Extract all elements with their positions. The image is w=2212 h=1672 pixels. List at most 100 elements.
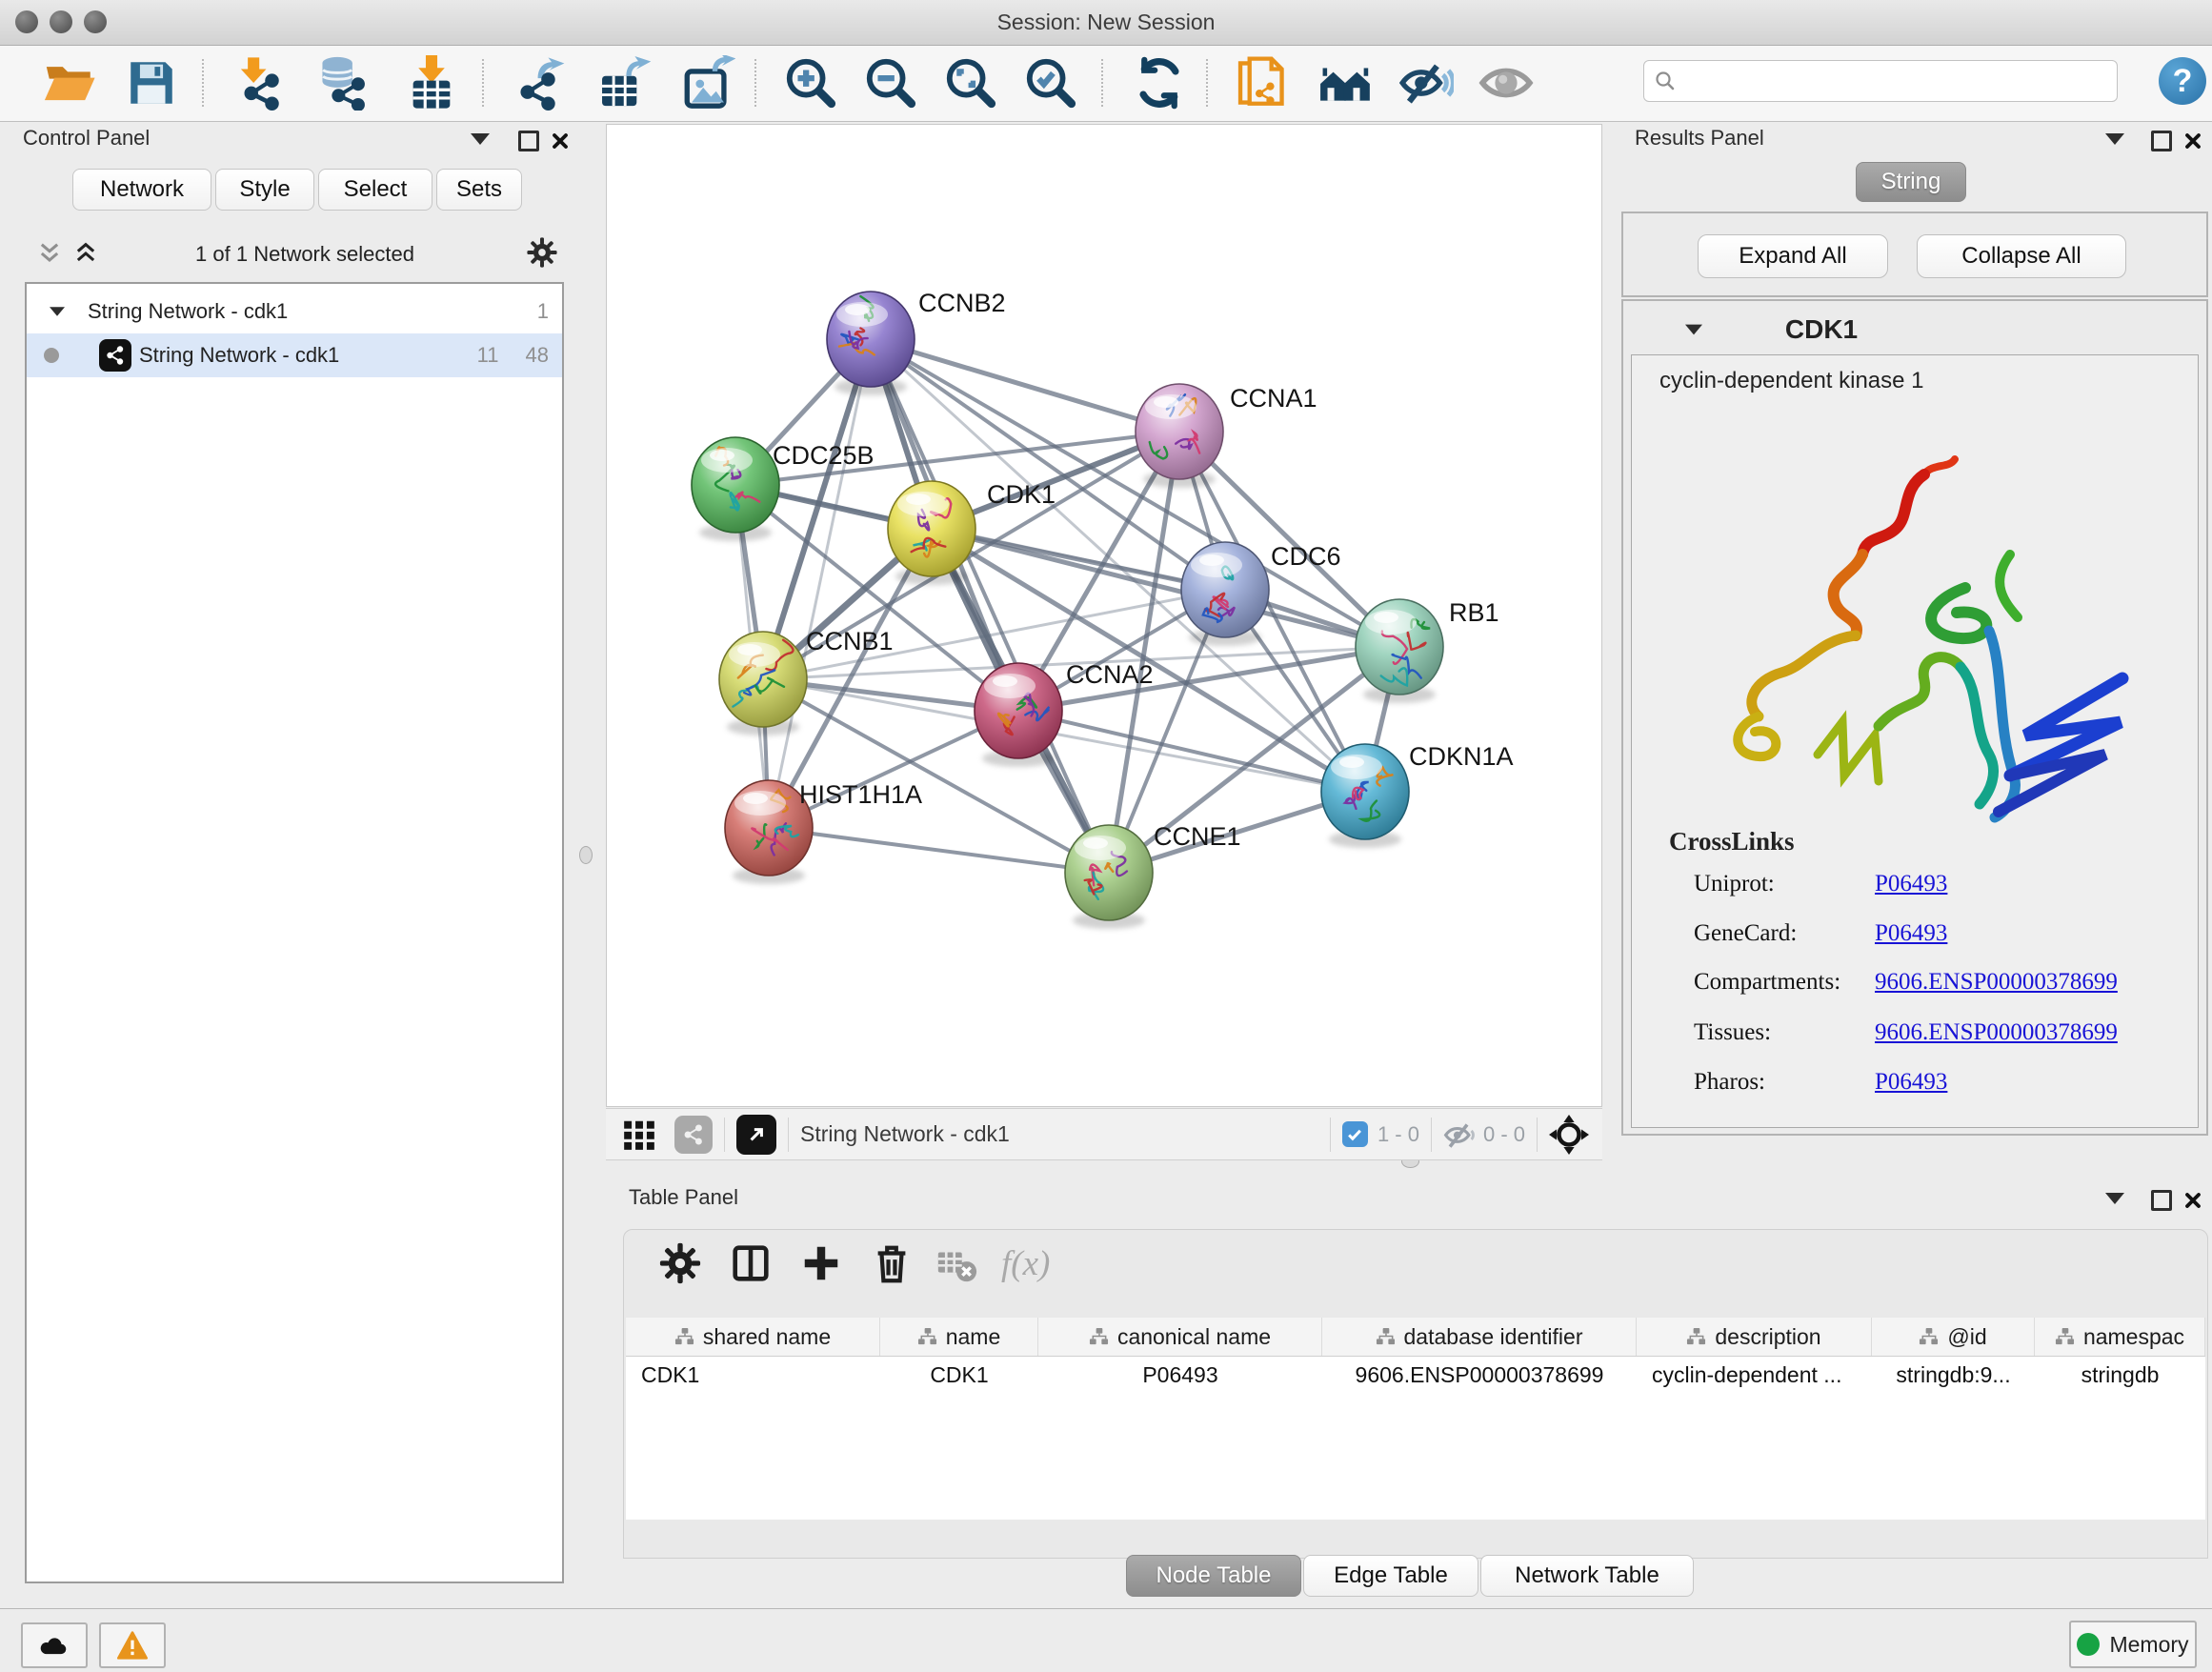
network-node-HIST1H1A[interactable]: HIST1H1A <box>725 780 922 884</box>
network-edge[interactable] <box>769 339 871 828</box>
node-label: CDC25B <box>773 441 875 470</box>
tab-style[interactable]: Style <box>215 169 314 211</box>
column-header-canonical-name[interactable]: canonical name <box>1038 1318 1322 1356</box>
crosslink-pharos[interactable]: P06493 <box>1875 1069 1947 1096</box>
column-header-shared-name[interactable]: shared name <box>626 1318 880 1356</box>
help-icon[interactable]: ? <box>2159 57 2206 105</box>
import-table-file-icon[interactable] <box>404 55 459 111</box>
gear-icon[interactable] <box>526 236 558 269</box>
show-columns-icon[interactable] <box>729 1241 773 1285</box>
crosslink-genecard[interactable]: P06493 <box>1875 920 1947 947</box>
network-node-RB1[interactable]: RB1 <box>1356 598 1499 703</box>
home-icon[interactable] <box>1318 55 1374 111</box>
expand-all-icon[interactable] <box>72 240 99 267</box>
zoom-out-icon[interactable] <box>863 55 918 111</box>
warning-button[interactable] <box>99 1622 166 1668</box>
network-node-CDC25B[interactable]: CDC25B <box>692 437 875 541</box>
search-field[interactable] <box>1643 60 2118 102</box>
network-share-view-icon[interactable] <box>674 1116 713 1154</box>
network-edge[interactable] <box>769 828 1109 873</box>
delete-column-icon[interactable] <box>870 1241 914 1285</box>
tab-edge-table[interactable]: Edge Table <box>1303 1555 1478 1597</box>
add-column-icon[interactable] <box>799 1241 843 1285</box>
control-panel-close-icon[interactable] <box>551 131 570 155</box>
table-cell[interactable]: 9606.ENSP00000378699 <box>1322 1357 1637 1393</box>
zoom-selected-icon[interactable] <box>1023 55 1078 111</box>
tab-select[interactable]: Select <box>318 169 432 211</box>
collapse-all-icon[interactable] <box>36 240 63 267</box>
tab-string[interactable]: String <box>1856 162 1966 202</box>
function-builder-icon[interactable]: f(x) <box>1001 1243 1050 1284</box>
refresh-icon[interactable] <box>1132 55 1187 111</box>
network-node-CCNA1[interactable]: CCNA1 <box>1136 384 1317 488</box>
network-node-CCNE1[interactable]: CCNE1 <box>1065 822 1241 929</box>
import-network-database-icon[interactable] <box>314 55 370 111</box>
tab-sets[interactable]: Sets <box>436 169 522 211</box>
column-header-namespac[interactable]: namespac <box>2035 1318 2205 1356</box>
network-edge[interactable] <box>1018 711 1365 792</box>
table-panel-close-icon[interactable] <box>2183 1191 2202 1215</box>
node-label: CCNB1 <box>806 627 894 655</box>
table-cell[interactable]: stringdb:9... <box>1872 1357 2035 1393</box>
export-image-icon[interactable] <box>680 55 735 111</box>
export-table-icon[interactable] <box>596 55 652 111</box>
selected-checkbox-icon[interactable] <box>1342 1121 1368 1147</box>
delete-table-icon[interactable] <box>935 1241 978 1285</box>
table-panel-float-icon[interactable] <box>2151 1190 2172 1211</box>
grid-view-icon[interactable] <box>621 1117 657 1153</box>
table-panel-menu-icon[interactable] <box>2105 1193 2124 1204</box>
gene-name: CDK1 <box>1621 314 2021 345</box>
hide-graphics-eye-slash-icon[interactable] <box>1398 55 1454 111</box>
control-panel-menu-icon[interactable] <box>471 133 490 145</box>
table-cell[interactable]: cyclin-dependent ... <box>1637 1357 1872 1393</box>
toolbar-separator <box>482 59 484 107</box>
table-gear-icon[interactable] <box>658 1241 702 1285</box>
preview-eye-icon[interactable] <box>1478 55 1534 111</box>
network-row[interactable]: String Network - cdk1 11 48 <box>27 333 562 377</box>
hidden-eye-slash-icon[interactable] <box>1443 1120 1478 1149</box>
network-edge[interactable] <box>871 339 1179 432</box>
table-cell[interactable]: stringdb <box>2035 1357 2205 1393</box>
expand-all-button[interactable]: Expand All <box>1698 234 1888 278</box>
table-cell[interactable]: CDK1 <box>880 1357 1038 1393</box>
tab-node-table[interactable]: Node Table <box>1126 1555 1301 1597</box>
cloud-button[interactable] <box>21 1622 88 1668</box>
crosslink-uniprot[interactable]: P06493 <box>1875 871 1947 897</box>
splitter-handle[interactable] <box>579 846 593 864</box>
column-header-description[interactable]: description <box>1637 1318 1872 1356</box>
zoom-fit-icon[interactable] <box>943 55 998 111</box>
memory-button[interactable]: Memory <box>2069 1621 2197 1668</box>
table-cell[interactable]: CDK1 <box>626 1357 880 1393</box>
network-canvas[interactable]: CCNB2CCNA1CDC25BCDK1CDC6RB1CCNB1CCNA2CDK… <box>606 124 1602 1107</box>
crosslink-tissues[interactable]: 9606.ENSP00000378699 <box>1875 1019 2118 1046</box>
column-type-icon <box>1376 1327 1396 1347</box>
birds-eye-view-icon[interactable] <box>1549 1115 1589 1155</box>
save-session-icon[interactable] <box>124 55 179 111</box>
table-cell[interactable]: P06493 <box>1038 1357 1322 1393</box>
results-panel-close-icon[interactable] <box>2183 131 2202 155</box>
crosslink-compartments[interactable]: 9606.ENSP00000378699 <box>1875 969 2118 996</box>
results-panel-float-icon[interactable] <box>2151 131 2172 151</box>
tab-network[interactable]: Network <box>72 169 211 211</box>
search-input[interactable] <box>1677 69 2090 93</box>
column-header-name[interactable]: name <box>880 1318 1038 1356</box>
node-label: CDKN1A <box>1409 742 1514 771</box>
import-string-file-icon[interactable] <box>1235 55 1290 111</box>
column-header--id[interactable]: @id <box>1872 1318 2035 1356</box>
network-node-CDC6[interactable]: CDC6 <box>1181 542 1341 646</box>
export-network-icon[interactable] <box>513 55 568 111</box>
open-session-icon[interactable] <box>42 55 97 111</box>
collection-expander-icon[interactable] <box>50 307 65 316</box>
network-node-CCNB1[interactable]: CCNB1 <box>719 627 894 735</box>
collapse-all-button[interactable]: Collapse All <box>1917 234 2126 278</box>
control-panel-float-icon[interactable] <box>518 131 539 151</box>
network-collection-row[interactable]: String Network - cdk1 1 <box>27 290 562 333</box>
results-panel-menu-icon[interactable] <box>2105 133 2124 145</box>
network-node-CDKN1A[interactable]: CDKN1A <box>1321 742 1514 848</box>
zoom-in-icon[interactable] <box>783 55 838 111</box>
column-type-icon <box>1089 1327 1109 1347</box>
column-header-database-identifier[interactable]: database identifier <box>1322 1318 1637 1356</box>
import-network-file-icon[interactable] <box>231 55 286 111</box>
tab-network-table[interactable]: Network Table <box>1480 1555 1694 1597</box>
detach-view-icon[interactable] <box>736 1115 776 1155</box>
